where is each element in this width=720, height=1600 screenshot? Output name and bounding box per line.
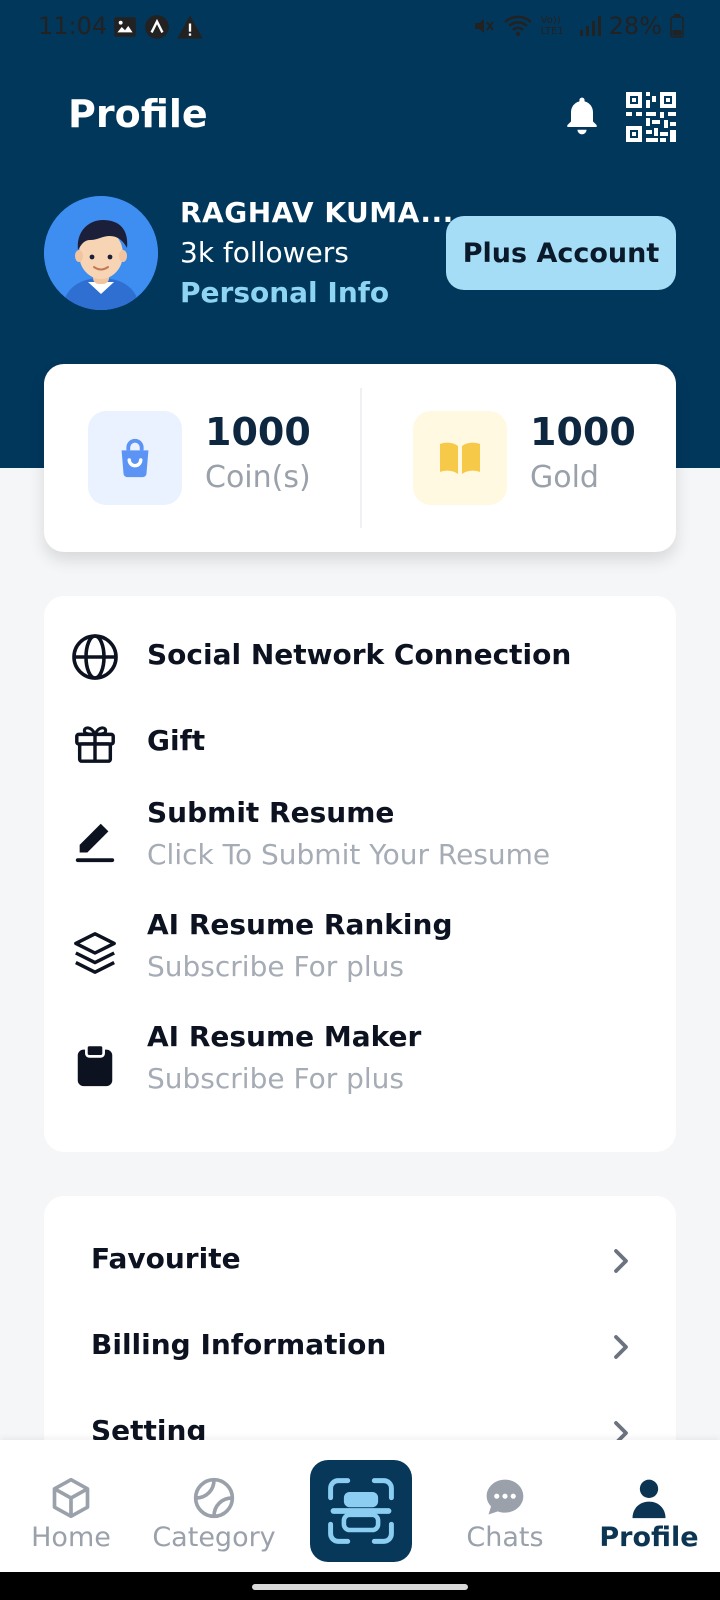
menu-item-subtitle: Click To Submit Your Resume xyxy=(147,838,551,871)
status-bar: 11:04 Vo)) LTE1 28% xyxy=(0,0,720,56)
chat-bubble-icon xyxy=(486,1479,524,1515)
plus-account-button[interactable]: Plus Account xyxy=(446,216,676,290)
layers-icon xyxy=(74,932,116,974)
menu-item-title: AI Resume Ranking xyxy=(147,908,453,941)
menu-item-subtitle: Subscribe For plus xyxy=(147,1062,405,1095)
menu-item-gift[interactable]: Gift xyxy=(44,714,676,774)
nav-label: Home xyxy=(31,1522,111,1553)
gift-icon xyxy=(75,726,115,763)
wifi-icon xyxy=(503,15,532,37)
menu-item-social-network[interactable]: Social Network Connection xyxy=(44,628,676,688)
list-item-label: Favourite xyxy=(91,1242,241,1275)
avatar-illustration xyxy=(44,196,158,310)
coins-label: Coin(s) xyxy=(205,460,311,495)
nav-chats[interactable]: Chats xyxy=(435,1440,575,1572)
user-name: RAGHAV KUMA... xyxy=(180,196,454,229)
globe-icon xyxy=(72,634,118,680)
warning-icon xyxy=(177,15,203,39)
qr-code-icon[interactable] xyxy=(626,92,676,142)
settings-list-card: Favourite Billing Information Setting xyxy=(44,1196,676,1456)
basketball-icon xyxy=(193,1477,235,1519)
pen-icon xyxy=(75,823,115,863)
coins-icon-box xyxy=(88,411,182,505)
nav-category[interactable]: Category xyxy=(144,1440,284,1572)
chevron-right-icon xyxy=(614,1249,628,1273)
list-item-billing-information[interactable]: Billing Information xyxy=(44,1306,676,1392)
menu-item-ai-resume-ranking[interactable]: AI Resume Ranking Subscribe For plus xyxy=(44,908,676,996)
features-menu-card: Social Network Connection Gift Submit Re… xyxy=(44,596,676,1152)
signal-icon xyxy=(579,16,601,36)
shopping-bag-icon xyxy=(121,438,149,478)
followers-count: 3k followers xyxy=(180,236,349,269)
nav-label: Category xyxy=(152,1522,276,1553)
image-notification-icon xyxy=(114,17,136,37)
clipboard-icon xyxy=(77,1043,113,1087)
bell-icon[interactable] xyxy=(560,94,604,138)
status-system-icons: Vo)) LTE1 28% xyxy=(471,12,684,40)
lte-indicator: Vo)) LTE1 xyxy=(540,15,564,37)
page-title: Profile xyxy=(68,92,208,136)
coins-amount: 1000 xyxy=(205,410,311,454)
scan-icon xyxy=(328,1478,394,1544)
menu-item-ai-resume-maker[interactable]: AI Resume Maker Subscribe For plus xyxy=(44,1020,676,1108)
nav-profile[interactable]: Profile xyxy=(579,1440,719,1572)
menu-item-title: Submit Resume xyxy=(147,796,395,829)
battery-percentage: 28% xyxy=(608,12,662,40)
status-notification-icons xyxy=(112,14,204,40)
gold-icon-box xyxy=(413,411,507,505)
app-notification-icon xyxy=(145,15,169,39)
menu-item-title: AI Resume Maker xyxy=(147,1020,422,1053)
list-item-favourite[interactable]: Favourite xyxy=(44,1220,676,1306)
battery-icon xyxy=(670,14,684,38)
avatar[interactable] xyxy=(44,196,158,310)
chevron-right-icon xyxy=(614,1335,628,1359)
scan-button[interactable] xyxy=(310,1460,412,1562)
nav-label: Chats xyxy=(466,1522,544,1553)
menu-item-title: Gift xyxy=(147,724,206,757)
nav-label: Profile xyxy=(599,1522,699,1553)
menu-item-submit-resume[interactable]: Submit Resume Click To Submit Your Resum… xyxy=(44,796,676,884)
gesture-handle[interactable] xyxy=(252,1584,468,1590)
personal-info-link[interactable]: Personal Info xyxy=(180,276,389,309)
person-icon xyxy=(632,1479,666,1519)
wallet-card: 1000 Coin(s) 1000 Gold xyxy=(44,364,676,552)
gold-amount: 1000 xyxy=(530,410,636,454)
wallet-divider xyxy=(360,388,362,528)
status-time: 11:04 xyxy=(38,12,108,40)
cube-icon xyxy=(52,1477,90,1519)
mute-icon xyxy=(474,19,494,33)
menu-item-title: Social Network Connection xyxy=(147,638,572,671)
book-icon xyxy=(440,442,480,474)
gold-label: Gold xyxy=(530,460,599,495)
menu-item-subtitle: Subscribe For plus xyxy=(147,950,405,983)
list-item-label: Billing Information xyxy=(91,1328,387,1361)
nav-home[interactable]: Home xyxy=(1,1440,141,1572)
